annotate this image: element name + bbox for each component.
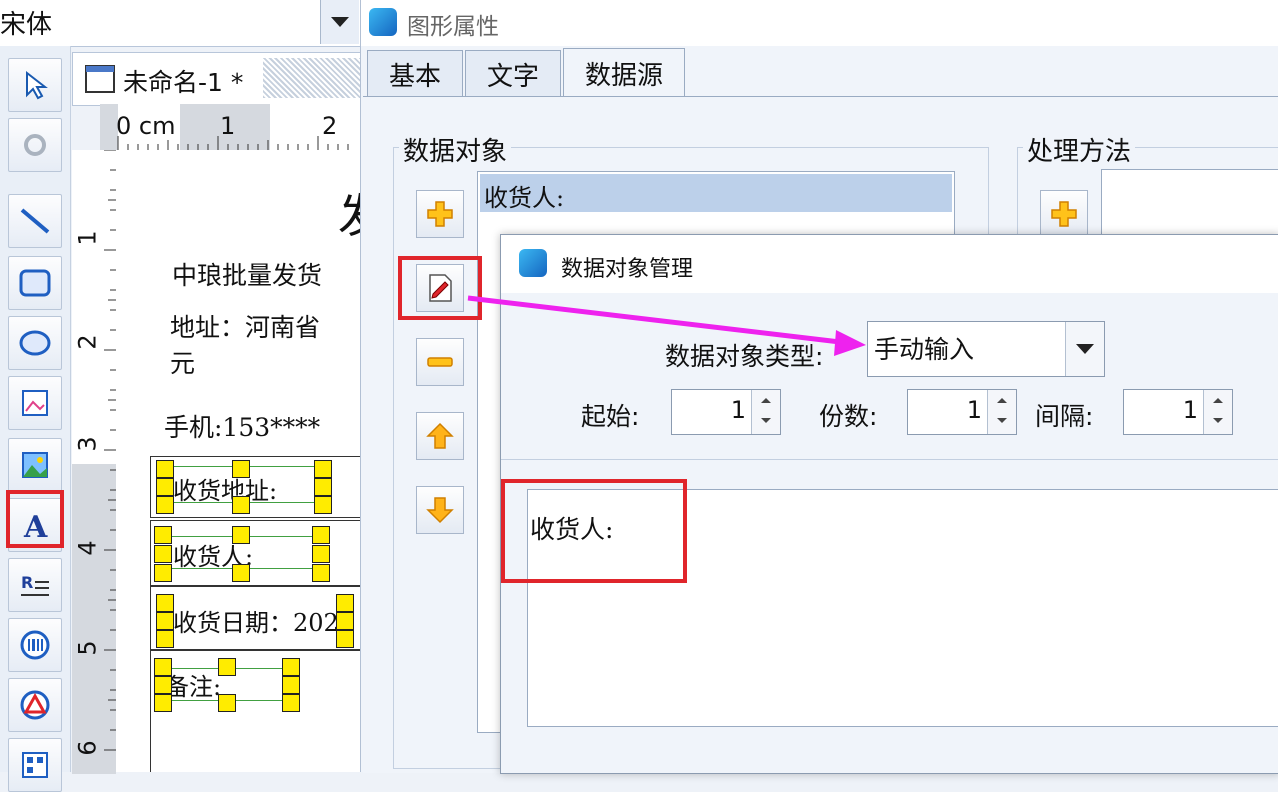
annotation-arrow-icon bbox=[467, 295, 866, 356]
